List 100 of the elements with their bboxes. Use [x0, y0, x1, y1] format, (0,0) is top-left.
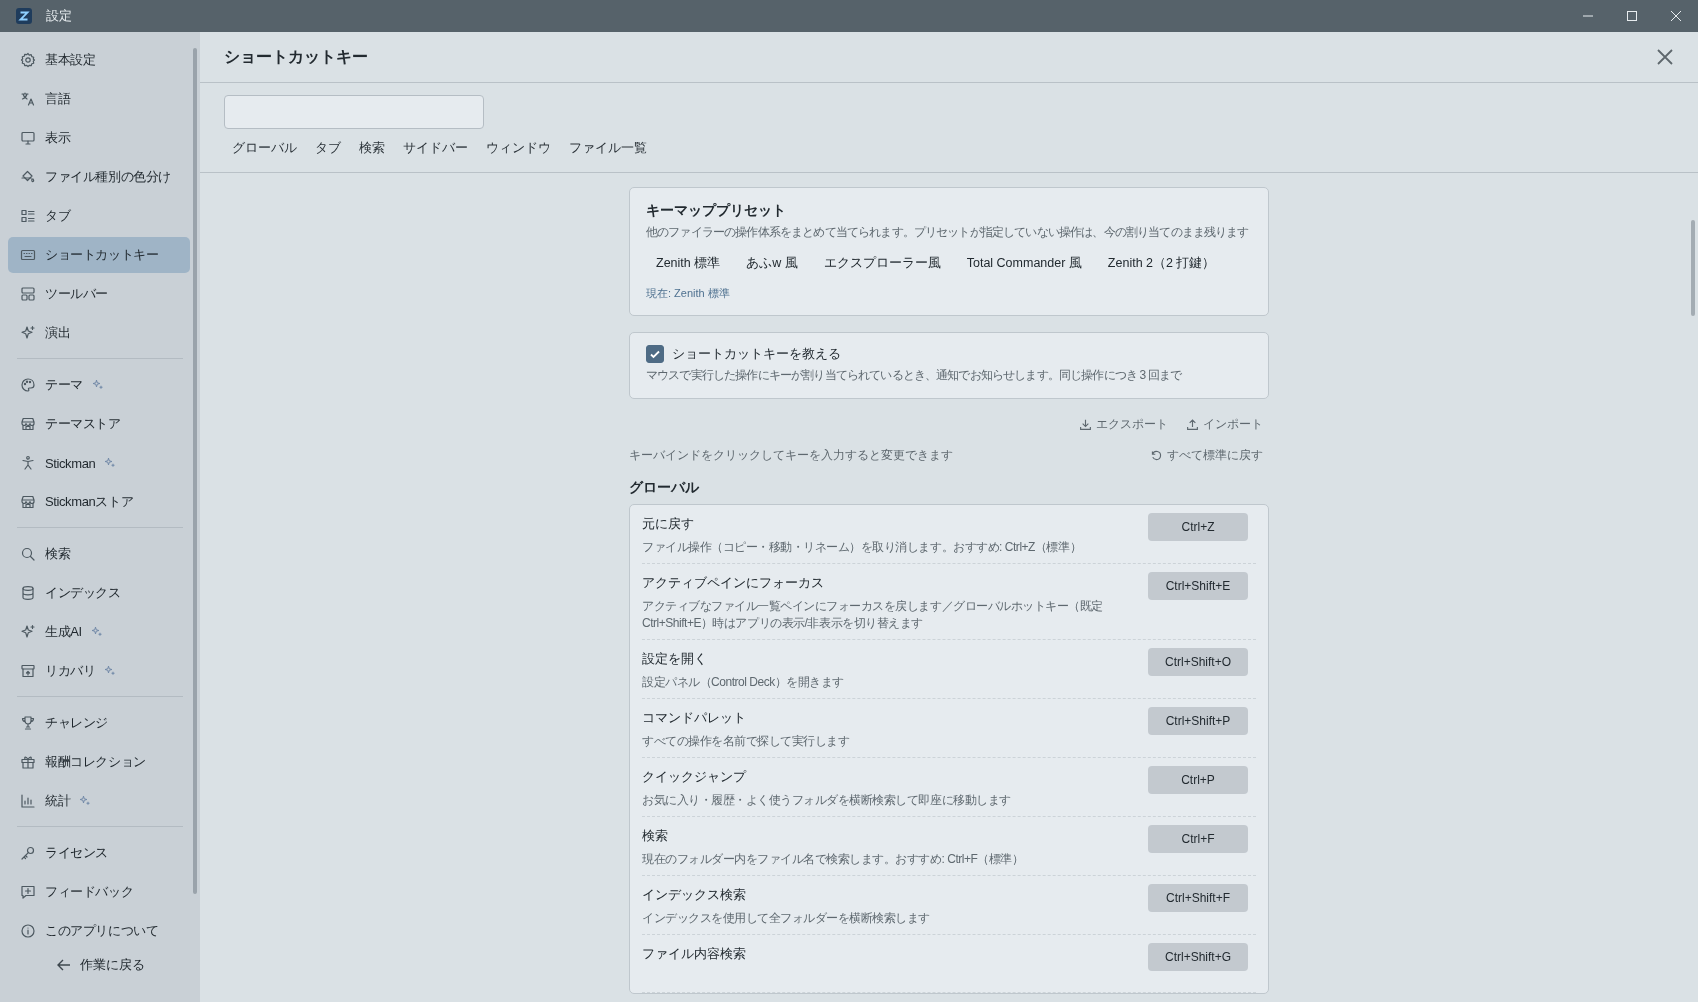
- reset-button[interactable]: すべて標準に戻す: [1150, 448, 1263, 463]
- arrow-left-icon: [55, 957, 72, 973]
- paint-bucket-icon: [20, 169, 36, 185]
- hint-text: キーバインドをクリックしてキーを入力すると変更できます: [629, 448, 953, 463]
- info-icon: [20, 923, 36, 939]
- keybind-button[interactable]: Ctrl+Shift+G: [1148, 943, 1248, 971]
- close-icon: [1656, 48, 1674, 66]
- shortcut-description: アクティブなファイル一覧ペインにフォーカスを戻します／グローバルホットキー（既定 Ctrl+Shift+E）時はアプリの表示/非表示を切り替えます: [642, 598, 1104, 632]
- layout-icon: [20, 286, 36, 302]
- list-icon: [20, 208, 36, 224]
- export-button[interactable]: エクスポート: [1079, 417, 1168, 432]
- sidebar-item[interactable]: フィードバック: [8, 874, 190, 910]
- import-button[interactable]: インポート: [1186, 417, 1263, 432]
- download-icon: [1079, 418, 1092, 431]
- back-link[interactable]: 作業に戻る: [49, 955, 151, 975]
- sidebar-item[interactable]: このアプリについて: [8, 913, 190, 949]
- shortcut-description: インデックスを使用して全フォルダーを横断検索します: [642, 910, 931, 927]
- keybind-button[interactable]: Ctrl+Shift+O: [1148, 648, 1248, 676]
- sidebar-item[interactable]: Stickman: [8, 445, 190, 481]
- preset-button[interactable]: Zenith 2（2 打鍵）: [1097, 251, 1226, 276]
- keyboard-icon: [20, 247, 36, 263]
- category-tab[interactable]: ウィンドウ: [478, 135, 559, 161]
- sidebar-item[interactable]: 報酬コレクション: [8, 744, 190, 780]
- shortcut-description: ファイル操作（コピー・移動・リネーム）を取り消します。おすすめ: Ctrl+Z（標準）: [642, 539, 1083, 556]
- palette-icon: [20, 377, 36, 393]
- sidebar-item[interactable]: 演出: [8, 315, 190, 351]
- database-icon: [20, 585, 36, 601]
- category-tab[interactable]: 検索: [351, 135, 393, 161]
- category-tab[interactable]: ファイル一覧: [561, 135, 655, 161]
- preset-button[interactable]: Total Commander 風: [956, 251, 1092, 276]
- sidebar-item[interactable]: 生成AI: [8, 614, 190, 650]
- preset-button[interactable]: あふw 風: [736, 251, 808, 276]
- bar-chart-icon: [20, 793, 36, 809]
- keybind-button[interactable]: Ctrl+Shift+P: [1148, 707, 1248, 735]
- page-title: ショートカットキー: [224, 46, 368, 67]
- keybind-button[interactable]: Ctrl+P: [1148, 766, 1248, 794]
- keybind-button[interactable]: Ctrl+Shift+E: [1148, 572, 1248, 600]
- sidebar-item[interactable]: 基本設定: [8, 42, 190, 78]
- gift-icon: [20, 754, 36, 770]
- shortcut-description: お気に入り・履歴・よく使うフォルダを横断検索して即座に移動します: [642, 792, 1012, 809]
- key-icon: [20, 845, 36, 861]
- close-button[interactable]: [1656, 48, 1674, 66]
- trophy-icon: [20, 715, 36, 731]
- sidebar-item[interactable]: 検索: [8, 536, 190, 572]
- checkbox[interactable]: [646, 345, 664, 363]
- shortcut-name: 元に戻す: [642, 516, 695, 533]
- current-preset: 現在: Zenith 標準: [646, 286, 731, 301]
- translate-icon: [20, 91, 36, 107]
- maximize-icon: [1626, 10, 1638, 22]
- category-tab[interactable]: タブ: [307, 135, 349, 161]
- app-logo-icon: [16, 8, 32, 24]
- sidebar-item[interactable]: ライセンス: [8, 835, 190, 871]
- sparkle-icon: [20, 325, 36, 341]
- card-description: 他のファイラーの操作体系をまとめて当てられます。プリセットが指定していない操作は、今の割り当てのまま残ります: [646, 224, 1250, 241]
- preset-button[interactable]: エクスプローラー風: [813, 251, 951, 276]
- sidebar-item[interactable]: 言語: [8, 81, 190, 117]
- checkbox-label: ショートカットキーを教える: [672, 345, 841, 363]
- sidebar-item[interactable]: テーマストア: [8, 406, 190, 442]
- archive-icon: [20, 663, 36, 679]
- settings-icon: [20, 52, 36, 68]
- shortcut-name: 検索: [642, 828, 669, 845]
- shortcut-description: すべての操作を名前で探して実行します: [642, 733, 851, 750]
- keybind-button[interactable]: Ctrl+F: [1148, 825, 1248, 853]
- sidebar-item[interactable]: 表示: [8, 120, 190, 156]
- person-icon: [20, 455, 36, 471]
- shortcut-description: 現在のフォルダー内をファイル名で検索します。おすすめ: Ctrl+F（標準）: [642, 851, 1025, 868]
- window-title: 設定: [46, 7, 72, 25]
- sidebar-item[interactable]: Stickmanストア: [8, 484, 190, 520]
- keybind-button[interactable]: Ctrl+Shift+F: [1148, 884, 1248, 912]
- shortcut-name: 設定を開く: [642, 651, 708, 668]
- sidebar-item[interactable]: ツールバー: [8, 276, 190, 312]
- close-icon: [1670, 10, 1682, 22]
- keybind-button[interactable]: Ctrl+Z: [1148, 513, 1248, 541]
- sidebar-item[interactable]: テーマ: [8, 367, 190, 403]
- sidebar-item[interactable]: チャレンジ: [8, 705, 190, 741]
- monitor-icon: [20, 130, 36, 146]
- checkmark-icon: [649, 348, 661, 360]
- store-icon: [20, 494, 36, 510]
- shortcut-description: 設定パネル（Control Deck）を開きます: [642, 674, 845, 691]
- shortcut-name: ファイル内容検索: [642, 946, 747, 963]
- message-plus-icon: [20, 884, 36, 900]
- sidebar-item[interactable]: インデックス: [8, 575, 190, 611]
- search-field[interactable]: [224, 95, 484, 129]
- category-tab[interactable]: グローバル: [224, 135, 305, 161]
- upload-icon: [1186, 418, 1199, 431]
- sidebar-item[interactable]: ショートカットキー: [8, 237, 190, 273]
- category-tab[interactable]: サイドバー: [395, 135, 476, 161]
- preset-button[interactable]: Zenith 標準: [646, 251, 731, 276]
- shortcut-name: クイックジャンプ: [642, 769, 748, 786]
- sparkle-icon: [20, 624, 36, 640]
- sidebar-item[interactable]: 統計: [8, 783, 190, 819]
- shortcut-name: アクティブペインにフォーカス: [642, 575, 825, 592]
- shortcut-name: コマンドパレット: [642, 710, 747, 727]
- sidebar-item[interactable]: タブ: [8, 198, 190, 234]
- sidebar-item[interactable]: リカバリ: [8, 653, 190, 689]
- search-icon: [20, 546, 36, 562]
- shortcut-name: インデックス検索: [642, 887, 747, 904]
- sidebar-item[interactable]: ファイル種別の色分け: [8, 159, 190, 195]
- undo-icon: [1150, 449, 1163, 462]
- card-title: キーマッププリセット: [646, 202, 787, 220]
